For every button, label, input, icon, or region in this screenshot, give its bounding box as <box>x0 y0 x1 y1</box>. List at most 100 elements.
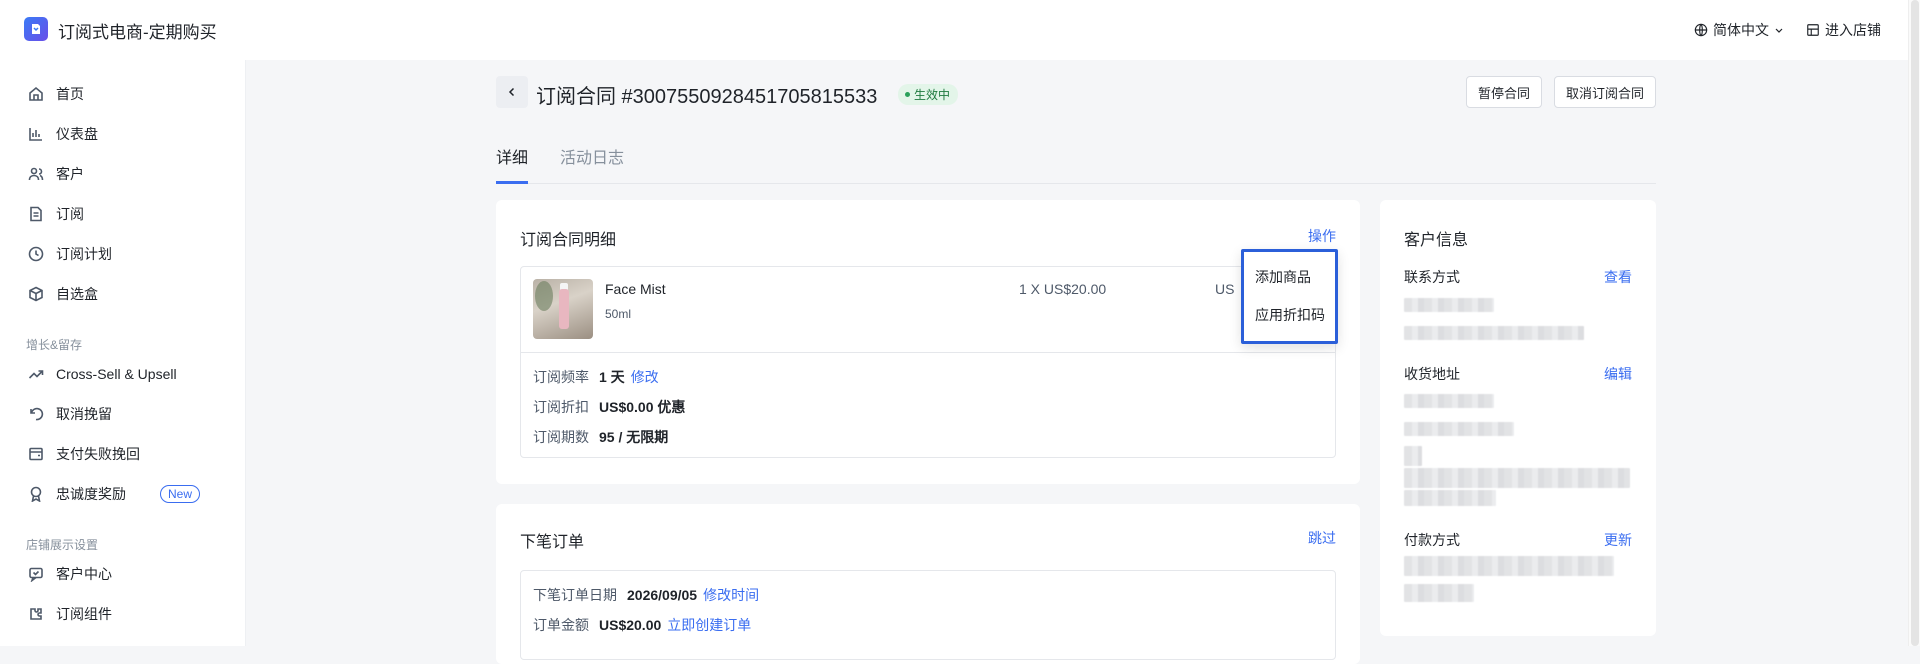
sidebar-item-payment-recovery[interactable]: 支付失败挽回 <box>28 442 140 466</box>
frequency-row: 订阅频率 1 天 修改 <box>533 367 659 387</box>
puzzle-icon <box>30 608 42 620</box>
customer-info-card: 客户信息 联系方式 查看 收货地址 编辑 付款方式 更新 <box>1380 200 1656 636</box>
edit-frequency-link[interactable]: 修改 <box>631 367 659 387</box>
message-icon <box>29 567 43 582</box>
sidebar-item-widget[interactable]: 订阅组件 <box>28 602 112 626</box>
periods-row: 订阅期数 95 / 无限期 <box>533 427 668 447</box>
order-amount-row: 订单金额 US$20.00 立即创建订单 <box>533 615 751 635</box>
sidebar-item-customers[interactable]: 客户 <box>28 162 84 186</box>
product-image <box>533 279 593 339</box>
sidebar-item-label: 取消挽留 <box>56 406 112 422</box>
product-total-price: US <box>1215 281 1235 297</box>
redacted-address-line-4 <box>1404 468 1630 488</box>
sidebar-item-subscriptions[interactable]: 订阅 <box>28 202 84 226</box>
plan-icon <box>28 246 44 262</box>
cancel-contract-button[interactable]: 取消订阅合同 <box>1554 76 1656 108</box>
view-contact-link[interactable]: 查看 <box>1604 267 1632 287</box>
page-title: 订阅合同 #3007550928451705815533 <box>536 86 878 108</box>
pause-contract-button[interactable]: 暂停合同 <box>1466 76 1543 108</box>
sidebar-item-home[interactable]: 首页 <box>28 82 84 106</box>
globe-icon <box>1694 23 1708 37</box>
store-icon <box>1807 24 1819 36</box>
tab-activity-log[interactable]: 活动日志 <box>560 144 624 168</box>
document-icon <box>30 206 42 222</box>
shipping-address-label: 收货地址 <box>1404 366 1460 382</box>
create-order-now-link[interactable]: 立即创建订单 <box>667 615 751 635</box>
sidebar-item-label: 订阅 <box>56 206 84 222</box>
language-label: 简体中文 <box>1713 22 1769 38</box>
next-order-title: 下笔订单 <box>520 534 585 551</box>
redacted-address-line-3 <box>1404 446 1422 466</box>
new-badge: New <box>160 485 201 503</box>
sidebar-group-store: 店铺展示设置 <box>26 538 99 552</box>
status-badge: 生效中 <box>898 84 959 105</box>
actions-link[interactable]: 操作 <box>1308 226 1336 246</box>
next-order-card: 下笔订单 跳过 下笔订单日期 2026/09/05 修改时间 订单金额 US$2… <box>496 504 1360 664</box>
tab-details[interactable]: 详细 <box>496 144 528 168</box>
discount-row: 订阅折扣 US$0.00 优惠 <box>533 397 685 417</box>
apply-discount-menu-item[interactable]: 应用折扣码 <box>1255 305 1325 325</box>
frequency-value: 1 天 <box>599 369 625 385</box>
back-button[interactable] <box>496 76 528 108</box>
redacted-address-line-5 <box>1404 490 1496 506</box>
edit-address-link[interactable]: 编辑 <box>1604 364 1632 384</box>
skip-link[interactable]: 跳过 <box>1308 528 1336 548</box>
sidebar-item-cancel-retention[interactable]: 取消挽留 <box>28 402 112 426</box>
update-payment-link[interactable]: 更新 <box>1604 530 1632 550</box>
change-time-link[interactable]: 修改时间 <box>703 585 759 605</box>
add-product-menu-item[interactable]: 添加商品 <box>1255 267 1311 287</box>
periods-label: 订阅期数 <box>533 429 589 445</box>
contract-details-card: 订阅合同明细 操作 Face Mist 50ml 1 X US$20.00 US… <box>496 200 1360 484</box>
bar-chart-icon <box>29 128 42 141</box>
sidebar-item-label: 忠诚度奖励 <box>56 486 126 502</box>
wallet-icon <box>29 447 43 461</box>
box-icon <box>29 286 43 302</box>
next-order-date-label: 下笔订单日期 <box>533 587 617 603</box>
award-icon <box>30 486 42 502</box>
sidebar-item-label: 客户 <box>56 166 84 182</box>
sidebar-item-custom-box[interactable]: 自选盒 <box>28 282 98 306</box>
redacted-contact-email <box>1404 326 1584 340</box>
discount-label: 订阅折扣 <box>533 399 589 415</box>
page-scrollbar[interactable] <box>1908 0 1920 646</box>
active-tab-indicator <box>496 181 528 184</box>
sidebar: 首页 仪表盘 客户 订阅 订阅计划 自选盒 增长&留存 Cross-Sell &… <box>0 60 246 646</box>
product-name: Face Mist <box>605 281 666 297</box>
trend-up-icon <box>28 370 44 379</box>
contract-details-title: 订阅合同明细 <box>520 232 617 249</box>
tab-bar: 详细 活动日志 <box>496 140 1656 184</box>
sidebar-item-label: 客户中心 <box>56 566 112 582</box>
product-variant: 50ml <box>605 307 632 321</box>
product-unit-price: 1 X US$20.00 <box>1019 281 1107 297</box>
enter-store-label: 进入店铺 <box>1825 22 1881 38</box>
app-logo-icon <box>24 17 48 41</box>
enter-store-button[interactable]: 进入店铺 <box>1806 20 1881 40</box>
home-icon <box>29 86 43 101</box>
sidebar-item-plans[interactable]: 订阅计划 <box>28 242 112 266</box>
scrollbar-thumb[interactable] <box>1911 0 1919 646</box>
top-bar: 订阅式电商-定期购买 简体中文 进入店铺 <box>0 0 1908 60</box>
order-amount-label: 订单金额 <box>533 617 589 633</box>
next-order-box: 下笔订单日期 2026/09/05 修改时间 订单金额 US$20.00 立即创… <box>520 570 1336 660</box>
redacted-payment-line-1 <box>1404 556 1614 576</box>
undo-icon <box>30 407 44 421</box>
sidebar-item-dashboard[interactable]: 仪表盘 <box>28 122 98 146</box>
sidebar-group-growth: 增长&留存 <box>26 338 83 352</box>
language-selector[interactable]: 简体中文 <box>1694 20 1784 40</box>
sidebar-item-cross-sell[interactable]: Cross-Sell & Upsell <box>28 362 177 386</box>
redacted-payment-line-2 <box>1404 584 1474 602</box>
sidebar-item-label: 首页 <box>56 86 84 102</box>
sidebar-item-loyalty[interactable]: 忠诚度奖励 New <box>28 482 201 506</box>
contract-item-box: Face Mist 50ml 1 X US$20.00 US 订阅频率 1 天 … <box>520 266 1336 458</box>
contact-label: 联系方式 <box>1404 269 1460 285</box>
discount-value: US$0.00 优惠 <box>599 399 686 415</box>
chevron-left-icon <box>508 87 515 97</box>
sidebar-item-label: Cross-Sell & Upsell <box>56 366 177 382</box>
customer-info-title: 客户信息 <box>1404 232 1469 249</box>
sidebar-item-label: 订阅组件 <box>56 606 112 622</box>
redacted-address-line-2 <box>1404 422 1514 436</box>
page-header: 订阅合同 #3007550928451705815533 生效中 暂停合同 取消… <box>496 76 1656 110</box>
next-order-date-value: 2026/09/05 <box>627 587 698 603</box>
sidebar-item-customer-center[interactable]: 客户中心 <box>28 562 112 586</box>
actions-dropdown-menu: 添加商品 应用折扣码 <box>1241 249 1338 344</box>
